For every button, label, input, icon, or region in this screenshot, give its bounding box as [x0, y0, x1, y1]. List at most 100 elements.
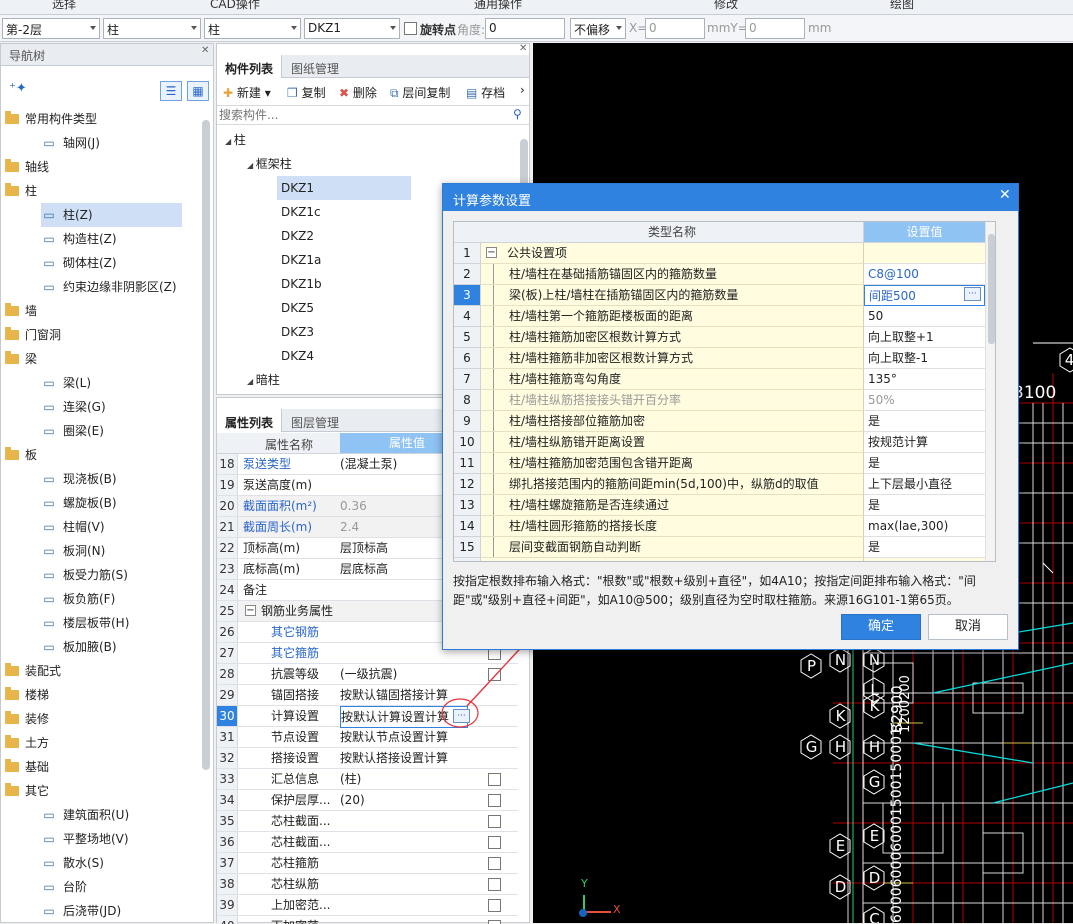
settings-scrollbar-thumb[interactable]	[988, 234, 995, 344]
component-select[interactable]: DKZ1	[304, 18, 400, 39]
setting-row[interactable]: 12 绑扎搭接范围内的箍筋间距min(5d,100)中，纵筋d的取值 上下层最小直径	[454, 474, 985, 495]
property-value[interactable]: 按默认计算设置计算	[340, 706, 468, 728]
menu-group-common[interactable]: 通用操作	[474, 0, 522, 12]
nav-folder[interactable]: 楼梯	[5, 683, 49, 707]
edit-ellipsis-icon[interactable]: ···	[453, 709, 470, 723]
menu-group-modify[interactable]: 修改	[714, 0, 738, 12]
setting-value[interactable]: 是	[864, 453, 985, 474]
nav-folder[interactable]: 常用构件类型	[5, 107, 97, 131]
nav-item[interactable]: ▭ 建筑面积(U)	[41, 803, 129, 827]
menu-group-draw[interactable]: 绘图	[890, 0, 914, 12]
tree-group-frame-column[interactable]: ◢ 框架柱	[247, 152, 292, 176]
nav-item[interactable]: ▭ 楼层板带(H)	[41, 611, 129, 635]
setting-value[interactable]: 是	[864, 495, 985, 516]
collapse-icon[interactable]: −	[245, 605, 256, 616]
component-item[interactable]: DKZ1a	[277, 248, 411, 272]
property-value[interactable]: (一级抗震)	[340, 664, 474, 684]
setting-row[interactable]: 10 柱/墙柱纵筋错开距离设置 按规范计算	[454, 432, 985, 453]
nav-folder[interactable]: 轴线	[5, 155, 49, 179]
nav-folder[interactable]: 其它	[5, 779, 49, 803]
collapse-icon[interactable]: −	[486, 247, 497, 258]
property-checkbox[interactable]	[488, 920, 501, 924]
nav-scrollbar[interactable]	[202, 120, 210, 770]
search-icon[interactable]: ⚲	[513, 107, 522, 121]
setting-value[interactable]	[864, 558, 985, 561]
property-row[interactable]: 36 芯柱截面...	[217, 832, 518, 853]
new-button[interactable]: ✚ 新建 ▾	[223, 84, 271, 101]
setting-value[interactable]	[864, 243, 985, 264]
property-row[interactable]: 35 芯柱截面...	[217, 811, 518, 832]
setting-row[interactable]: 11 柱/墙柱箍筋加密范围包含错开距离 是	[454, 453, 985, 474]
property-value[interactable]: 按默认节点设置计算	[340, 727, 474, 747]
menu-group-cad[interactable]: CAD操作	[210, 0, 260, 12]
property-value[interactable]: 按默认搭接设置计算	[340, 748, 474, 768]
close-icon[interactable]: ✕	[201, 45, 209, 56]
edit-ellipsis-icon[interactable]: ···	[964, 287, 981, 301]
offset-select[interactable]: 不偏移	[570, 18, 626, 39]
property-row[interactable]: 38 芯柱纵筋	[217, 874, 518, 895]
nav-folder[interactable]: 柱	[5, 179, 37, 203]
nav-item[interactable]: ▭ 轴网(J)	[41, 131, 100, 155]
property-checkbox[interactable]	[488, 668, 501, 681]
floor-select[interactable]: 第-2层	[2, 18, 100, 39]
delete-button[interactable]: ✖ 删除	[339, 84, 377, 101]
setting-row[interactable]: 6 柱/墙柱箍筋非加密区根数计算方式 向上取整-1	[454, 348, 985, 369]
property-row[interactable]: 28 抗震等级 (一级抗震)	[217, 664, 518, 685]
close-icon[interactable]: ✕	[999, 187, 1011, 203]
nav-folder[interactable]: 板	[5, 443, 37, 467]
setting-row[interactable]: 9 柱/墙柱搭接部位箍筋加密 是	[454, 411, 985, 432]
nav-folder[interactable]: 梁	[5, 347, 37, 371]
add-icon[interactable]: ⁺✦	[9, 81, 27, 96]
nav-item[interactable]: ▭ 平整场地(V)	[41, 827, 128, 851]
nav-item[interactable]: ▭ 散水(S)	[41, 851, 104, 875]
nav-item[interactable]: ▭ 螺旋板(B)	[41, 491, 116, 515]
tab-component-list[interactable]: 构件列表	[217, 55, 283, 78]
nav-item[interactable]: ▭ 现浇板(B)	[41, 467, 116, 491]
component-item[interactable]: DKZ3	[277, 320, 411, 344]
component-item[interactable]: DKZ1b	[277, 272, 411, 296]
setting-row[interactable]: 1− 公共设置项	[454, 243, 985, 264]
settings-scrollbar-track[interactable]	[985, 222, 995, 561]
nav-folder[interactable]: 土方	[5, 731, 49, 755]
property-row[interactable]: 34 保护层厚... (20)	[217, 790, 518, 811]
nav-folder[interactable]: 基础	[5, 755, 49, 779]
menu-group-select[interactable]: 选择	[52, 0, 76, 12]
nav-folder[interactable]: 墙	[5, 299, 37, 323]
category-select[interactable]: 柱	[103, 18, 201, 39]
component-item[interactable]: DKZ2	[277, 224, 411, 248]
nav-item[interactable]: ▭ 圈梁(E)	[41, 419, 104, 443]
x-input[interactable]: 0	[645, 18, 705, 39]
property-row[interactable]: 32 搭接设置 按默认搭接设置计算	[217, 748, 518, 769]
nav-item[interactable]: ▭ 板受力筋(S)	[41, 563, 128, 587]
setting-value[interactable]: 50%	[864, 390, 985, 411]
property-row[interactable]: 39 上加密范...	[217, 895, 518, 916]
component-search-input[interactable]	[219, 107, 509, 123]
property-value[interactable]: 按默认锚固搭接计算	[340, 685, 474, 705]
setting-row[interactable]: 14 柱/墙柱圆形箍筋的搭接长度 max(lae,300)	[454, 516, 985, 537]
nav-item[interactable]: ▭ 柱帽(V)	[41, 515, 104, 539]
component-search[interactable]: ⚲	[217, 105, 529, 125]
setting-row[interactable]: 8 柱/墙柱纵筋搭接接头错开百分率 50%	[454, 390, 985, 411]
more-icon[interactable]: ›	[520, 83, 525, 97]
property-row[interactable]: 30 计算设置 按默认计算设置计算 ···	[217, 706, 518, 728]
setting-value[interactable]: 50	[864, 306, 985, 327]
setting-row[interactable]: 7 柱/墙柱箍筋弯勾角度 135°	[454, 369, 985, 390]
setting-value[interactable]: 向上取整-1	[864, 348, 985, 369]
angle-input[interactable]: 0	[485, 18, 565, 39]
property-checkbox[interactable]	[488, 836, 501, 849]
setting-value[interactable]: 上下层最小直径	[864, 474, 985, 495]
setting-row[interactable]: 13 柱/墙柱螺旋箍筋是否连续通过 是	[454, 495, 985, 516]
property-checkbox[interactable]	[488, 899, 501, 912]
subcategory-select[interactable]: 柱	[204, 18, 301, 39]
component-item[interactable]: DKZ1c	[277, 200, 411, 224]
property-value[interactable]: (20)	[340, 790, 474, 810]
setting-value[interactable]: 向上取整+1	[864, 327, 985, 348]
tab-drawing-manager[interactable]: 图纸管理	[283, 55, 347, 78]
nav-folder[interactable]: 门窗洞	[5, 323, 61, 347]
nav-folder[interactable]: 装配式	[5, 659, 61, 683]
setting-value[interactable]: max(lae,300)	[864, 516, 985, 537]
grid-view-icon[interactable]: ▦	[187, 81, 209, 101]
tree-root-column[interactable]: ◢ 柱	[225, 128, 246, 152]
property-row[interactable]: 29 锚固搭接 按默认锚固搭接计算	[217, 685, 518, 706]
property-row[interactable]: 33 汇总信息 (柱)	[217, 769, 518, 790]
